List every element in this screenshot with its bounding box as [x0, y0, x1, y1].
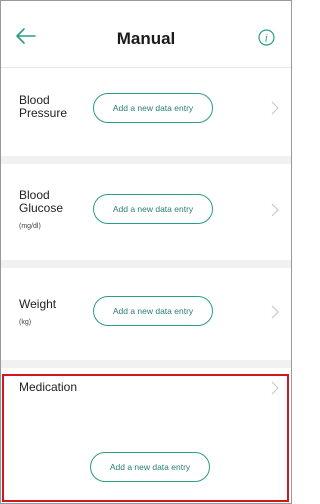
screen: Manual i Blood Pressure Add a new data en… [0, 0, 292, 504]
section-blood-pressure: Blood Pressure Add a new data entry [1, 68, 291, 156]
chevron-right-icon[interactable] [271, 305, 279, 319]
chevron-right-icon[interactable] [271, 381, 279, 395]
section-divider [1, 260, 291, 268]
add-entry-button-medication[interactable]: Add a new data entry [90, 452, 210, 482]
add-entry-button-blood-pressure[interactable]: Add a new data entry [93, 93, 213, 123]
section-blood-glucose: Blood Glucose (mg/dl) Add a new data entr… [1, 164, 291, 260]
section-label-blood-glucose: Blood Glucose [19, 188, 64, 215]
section-divider [1, 360, 291, 368]
section-label-blood-pressure: Blood Pressure [19, 93, 68, 120]
add-entry-button-blood-glucose[interactable]: Add a new data entry [93, 194, 213, 224]
section-medication: Medication Add a new data entry [1, 368, 291, 503]
app-header: Manual i [1, 1, 291, 68]
unit-kg: (kg) [19, 319, 32, 326]
info-icon[interactable]: i [258, 29, 275, 46]
unit-mg-dl: (mg/dl) [19, 223, 41, 230]
svg-text:i: i [265, 34, 268, 45]
add-entry-button-weight[interactable]: Add a new data entry [93, 296, 213, 326]
chevron-right-icon[interactable] [271, 203, 279, 217]
section-label-medication: Medication [19, 380, 78, 394]
page-title: Manual [116, 29, 176, 48]
section-divider [1, 156, 291, 164]
section-label-weight: Weight [19, 297, 57, 311]
section-weight: Weight (kg) Add a new data entry [1, 268, 291, 360]
chevron-right-icon[interactable] [271, 101, 279, 115]
